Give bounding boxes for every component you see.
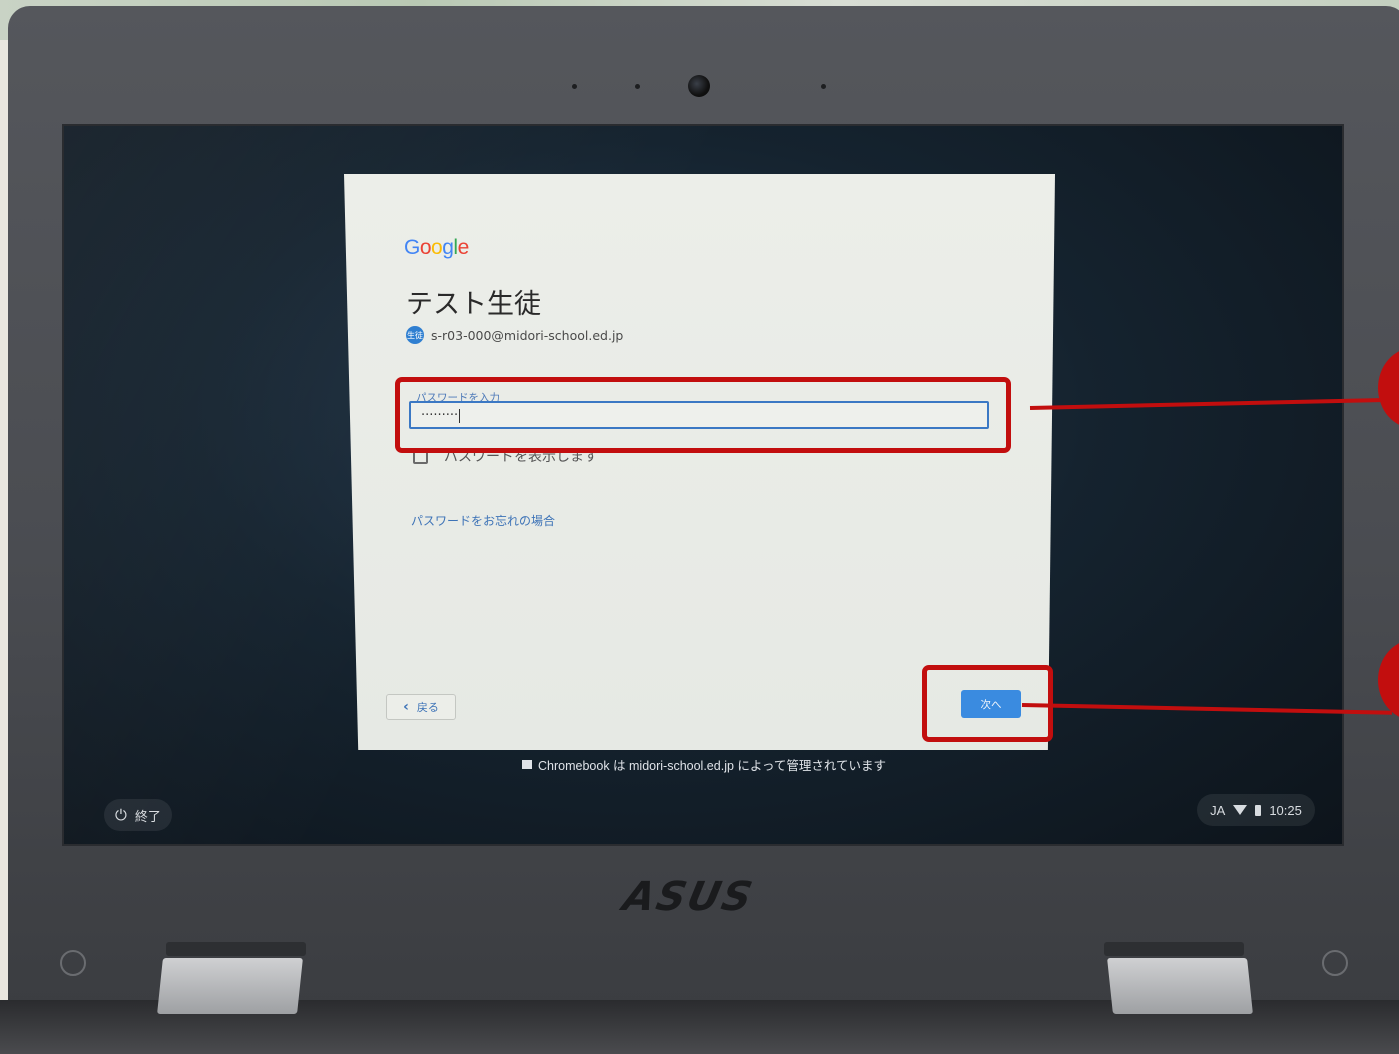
hinge-shadow [1104, 942, 1244, 956]
avatar: 生徒 [406, 326, 424, 344]
wifi-icon [1233, 805, 1248, 815]
building-icon [522, 760, 532, 769]
forgot-password-link[interactable]: パスワードをお忘れの場合 [411, 512, 555, 529]
hinge-right [1107, 958, 1253, 1014]
account-chip[interactable]: 生徒 s-r03-000@midori-school.ed.jp [406, 326, 623, 344]
webcam [688, 75, 710, 97]
clock: 10:25 [1269, 802, 1302, 818]
status-tray[interactable]: JA 10:25 [1197, 794, 1315, 826]
account-email: s-r03-000@midori-school.ed.jp [431, 327, 624, 343]
shutdown-label: 終了 [134, 809, 161, 825]
managed-notice-text: Chromebook は midori-school.ed.jp によって管理さ… [538, 759, 887, 773]
back-button-label: 戻る [416, 701, 439, 714]
sensor-dot [821, 84, 826, 89]
chevron-left-icon: ‹ [403, 699, 409, 715]
managed-device-notice: Chromebook は midori-school.ed.jp によって管理さ… [522, 755, 886, 774]
sensor-dot [635, 84, 640, 89]
ime-indicator: JA [1210, 802, 1226, 818]
shutdown-button[interactable]: ⏻ 終了 [104, 799, 172, 831]
sensor-dot [572, 84, 577, 89]
hinge-left [157, 958, 303, 1014]
logo-letter: o [419, 236, 432, 259]
google-logo: Google [404, 236, 469, 260]
asus-logo: ASUS [619, 874, 758, 920]
logo-letter: G [404, 236, 420, 259]
highlight-password-box [395, 377, 1011, 453]
logo-letter: e [457, 236, 470, 259]
bezel-foot [1322, 950, 1348, 976]
battery-icon [1255, 804, 1262, 816]
bezel-foot [60, 950, 86, 976]
logo-letter: o [431, 236, 443, 259]
back-button[interactable]: ‹ 戻る [386, 694, 456, 720]
account-display-name: テスト生徒 [406, 289, 541, 320]
power-icon: ⏻ [115, 806, 127, 824]
logo-letter: g [442, 236, 454, 259]
hinge-shadow [166, 942, 306, 956]
